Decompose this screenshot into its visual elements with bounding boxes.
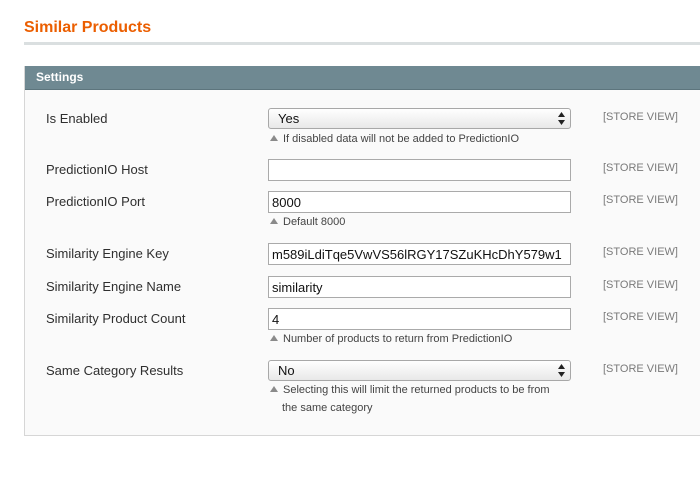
similarity-engine-name-scope: [STORE VIEW] xyxy=(603,279,678,291)
triangle-up-icon xyxy=(270,386,278,392)
settings-section-header[interactable]: Settings xyxy=(25,66,700,90)
settings-section-title: Settings xyxy=(36,70,84,84)
similarity-engine-name-label: Similarity Engine Name xyxy=(46,279,182,294)
predictionio-port-note-text: Default 8000 xyxy=(283,216,346,228)
is-enabled-note-text: If disabled data will not be added to Pr… xyxy=(283,133,520,145)
predictionio-port-note: Default 8000 xyxy=(270,213,570,231)
similarity-engine-key-label: Similarity Engine Key xyxy=(46,246,169,261)
is-enabled-label: Is Enabled xyxy=(46,111,108,126)
similarity-product-count-label: Similarity Product Count xyxy=(46,311,186,326)
title-divider xyxy=(24,42,700,45)
is-enabled-note: If disabled data will not be added to Pr… xyxy=(270,130,570,148)
same-category-results-note-line2: the same category xyxy=(282,402,373,414)
same-category-results-note-line1: Selecting this will limit the returned p… xyxy=(283,384,550,396)
triangle-up-icon xyxy=(270,135,278,141)
is-enabled-select[interactable]: Yes xyxy=(268,108,571,129)
is-enabled-scope: [STORE VIEW] xyxy=(603,111,678,123)
triangle-up-icon xyxy=(270,218,278,224)
up-down-arrows-icon xyxy=(558,364,565,377)
similarity-product-count-scope: [STORE VIEW] xyxy=(603,311,678,323)
same-category-results-note: Selecting this will limit the returned p… xyxy=(270,381,570,417)
up-down-arrows-icon xyxy=(558,112,565,125)
is-enabled-value: Yes xyxy=(278,111,300,126)
similarity-engine-name-input[interactable] xyxy=(268,276,571,298)
triangle-up-icon xyxy=(270,335,278,341)
predictionio-port-input[interactable] xyxy=(268,191,571,213)
same-category-results-scope: [STORE VIEW] xyxy=(603,363,678,375)
predictionio-host-label: PredictionIO Host xyxy=(46,162,148,177)
similarity-product-count-input[interactable] xyxy=(268,308,571,330)
predictionio-port-scope: [STORE VIEW] xyxy=(603,194,678,206)
same-category-results-value: No xyxy=(278,363,295,378)
similarity-engine-key-input[interactable] xyxy=(268,243,571,265)
page-title: Similar Products xyxy=(24,19,152,36)
similarity-product-count-note: Number of products to return from Predic… xyxy=(270,330,570,348)
predictionio-host-scope: [STORE VIEW] xyxy=(603,162,678,174)
similarity-engine-key-scope: [STORE VIEW] xyxy=(603,246,678,258)
similarity-product-count-note-text: Number of products to return from Predic… xyxy=(283,333,513,345)
predictionio-port-label: PredictionIO Port xyxy=(46,194,145,209)
same-category-results-label: Same Category Results xyxy=(46,363,184,378)
predictionio-host-input[interactable] xyxy=(268,159,571,181)
same-category-results-select[interactable]: No xyxy=(268,360,571,381)
